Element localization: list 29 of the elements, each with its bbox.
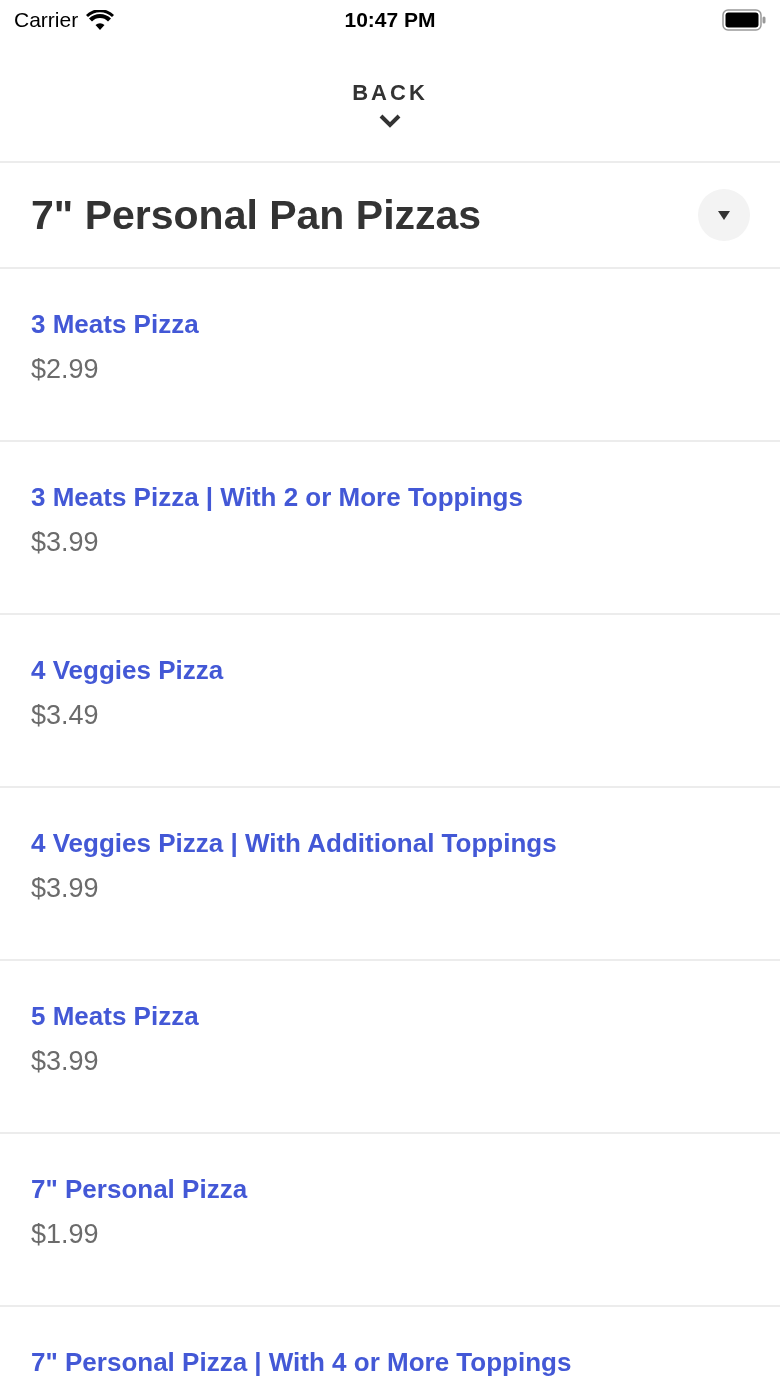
item-name: 3 Meats Pizza | With 2 or More Toppings: [31, 482, 523, 513]
menu-item-row[interactable]: 3 Meats Pizza | With 2 or More Toppings $3.99: [0, 442, 780, 615]
item-name: 7" Personal Pizza | With 4 or More Toppings: [31, 1347, 572, 1378]
caret-icon: [718, 210, 730, 220]
battery-icon: [722, 9, 766, 31]
item-price: $3.99: [31, 873, 100, 904]
menu-item-row[interactable]: 4 Veggies Pizza | With Additional Toppings $3.99: [0, 788, 780, 961]
item-name: 4 Veggies Pizza: [31, 655, 224, 686]
item-price: $3.49: [31, 700, 100, 731]
menu-item-row[interactable]: 3 Meats Pizza $2.99: [0, 269, 780, 442]
menu-item-row[interactable]: 7" Personal Pizza $1.99: [0, 1134, 780, 1307]
back-button[interactable]: BACK: [352, 80, 428, 106]
wifi-icon: [86, 10, 115, 30]
item-name: 3 Meats Pizza: [31, 309, 199, 340]
section-title: 7" Personal Pan Pizzas: [31, 191, 482, 239]
item-price: $1.99: [31, 1219, 100, 1250]
menu-item-row[interactable]: 7" Personal Pizza | With 4 or More Toppings: [0, 1307, 780, 1387]
status-time: 10:47 PM: [344, 8, 436, 32]
menu-item-row[interactable]: 5 Meats Pizza $3.99: [0, 961, 780, 1134]
menu-item-row[interactable]: 4 Veggies Pizza $3.49: [0, 615, 780, 788]
carrier-label: Carrier: [14, 8, 79, 32]
chevron-down-icon: [379, 114, 401, 128]
item-name: 5 Meats Pizza: [31, 1001, 199, 1032]
item-price: $3.99: [31, 527, 100, 558]
item-name: 7" Personal Pizza: [31, 1174, 248, 1205]
item-price: $2.99: [31, 354, 100, 385]
dropdown-button[interactable]: [698, 189, 750, 241]
item-name: 4 Veggies Pizza | With Additional Toppings: [31, 828, 557, 859]
item-price: $3.99: [31, 1046, 100, 1077]
